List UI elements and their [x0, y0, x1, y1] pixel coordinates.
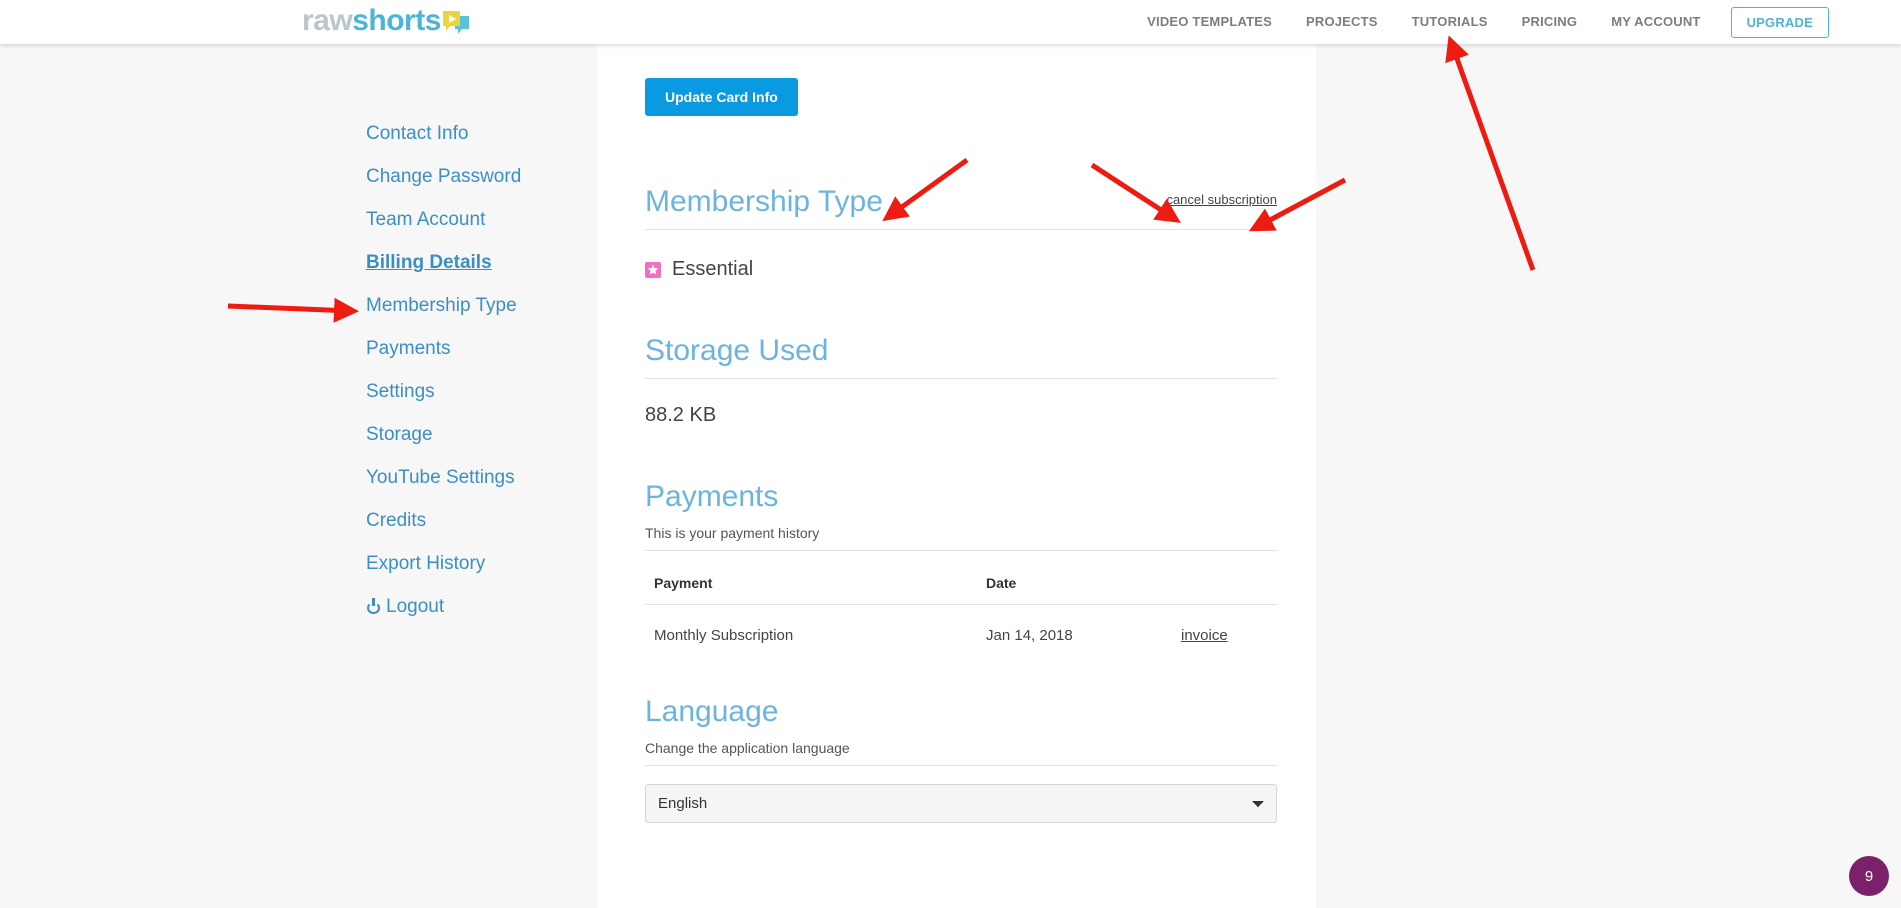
sidebar-item-settings[interactable]: Settings [366, 380, 576, 404]
nav-item-video-templates[interactable]: VIDEO TEMPLATES [1130, 0, 1289, 44]
column-header-payment: Payment [645, 575, 977, 605]
annotation-arrow-membership-sidebar [227, 297, 359, 323]
cell-date: Jan 14, 2018 [986, 627, 1073, 644]
logo-text-raw: raw [302, 4, 353, 37]
membership-type-heading-row: Membership Type cancel subscription [645, 184, 1277, 220]
cancel-subscription-link[interactable]: cancel subscription [1166, 182, 1277, 218]
speech-bubble-play-icon [442, 11, 469, 34]
payments-subtitle: This is your payment history [645, 525, 820, 541]
logout-label: Logout [386, 596, 445, 617]
page-root: raw shorts VIDEO TEMPLATES PROJECTS TUTOR… [0, 0, 1901, 908]
annotation-arrow-my-account [1445, 35, 1536, 271]
payment-history-table: Payment Date Monthly Subscription Jan 14… [645, 575, 1277, 644]
sidebar-item-change-password[interactable]: Change Password [366, 165, 576, 189]
language-divider [645, 765, 1277, 766]
sidebar-item-contact-info[interactable]: Contact Info [366, 122, 576, 146]
logo-text-shorts: shorts [352, 4, 441, 37]
storage-used-heading: Storage Used [645, 334, 829, 367]
account-sidebar: Contact Info Change Password Team Accoun… [366, 122, 576, 638]
sidebar-item-logout[interactable]: Logout [366, 595, 576, 619]
billing-details-main: Update Card Info Membership Type cancel … [645, 44, 1277, 823]
payments-section: Payments This is your payment history Pa… [645, 479, 1277, 644]
current-plan-row: Essential [645, 258, 1277, 281]
sidebar-item-payments[interactable]: Payments [366, 337, 576, 361]
language-section: Language Change the application language… [645, 694, 1277, 823]
column-header-date: Date [977, 575, 1172, 605]
language-heading: Language [645, 695, 779, 728]
storage-divider [645, 378, 1277, 379]
nav-item-projects[interactable]: PROJECTS [1289, 0, 1395, 44]
site-header: raw shorts VIDEO TEMPLATES PROJECTS TUTOR… [0, 0, 1901, 44]
plan-name: Essential [672, 258, 754, 280]
payments-heading: Payments [645, 480, 779, 513]
payments-divider [645, 550, 1277, 551]
language-subtitle: Change the application language [645, 740, 850, 756]
rawshorts-logo[interactable]: raw shorts [302, 4, 469, 38]
invoice-link[interactable]: invoice [1181, 627, 1228, 644]
update-card-info-button[interactable]: Update Card Info [645, 78, 798, 116]
upgrade-button[interactable]: UPGRADE [1730, 6, 1829, 38]
storage-used-section: Storage Used 88.2 KB [645, 333, 1277, 427]
table-row: Monthly Subscription Jan 14, 2018 invoic… [645, 605, 1277, 644]
table-header-row: Payment Date [645, 575, 1277, 605]
sidebar-item-team-account[interactable]: Team Account [366, 208, 576, 232]
sidebar-item-export-history[interactable]: Export History [366, 552, 576, 576]
sidebar-item-credits[interactable]: Credits [366, 509, 576, 533]
sidebar-item-storage[interactable]: Storage [366, 423, 576, 447]
notification-badge[interactable]: 9 [1849, 856, 1889, 896]
sidebar-item-youtube-settings[interactable]: YouTube Settings [366, 466, 576, 490]
sidebar-item-membership-type[interactable]: Membership Type [366, 294, 576, 318]
sidebar-item-billing-details[interactable]: Billing Details [366, 251, 576, 275]
nav-item-pricing[interactable]: PRICING [1505, 0, 1595, 44]
main-navigation: VIDEO TEMPLATES PROJECTS TUTORIALS PRICI… [1130, 0, 1829, 44]
star-icon [645, 261, 661, 278]
column-header-invoice [1172, 575, 1277, 605]
membership-type-section: Membership Type cancel subscription Esse… [645, 184, 1277, 281]
nav-item-my-account[interactable]: MY ACCOUNT [1594, 0, 1717, 44]
nav-item-tutorials[interactable]: TUTORIALS [1395, 0, 1505, 44]
cell-payment: Monthly Subscription [654, 627, 794, 644]
membership-divider [645, 229, 1277, 230]
language-select[interactable]: English [645, 784, 1277, 823]
power-icon [366, 598, 381, 614]
membership-type-heading: Membership Type [645, 185, 883, 218]
storage-used-value: 88.2 KB [645, 404, 717, 426]
